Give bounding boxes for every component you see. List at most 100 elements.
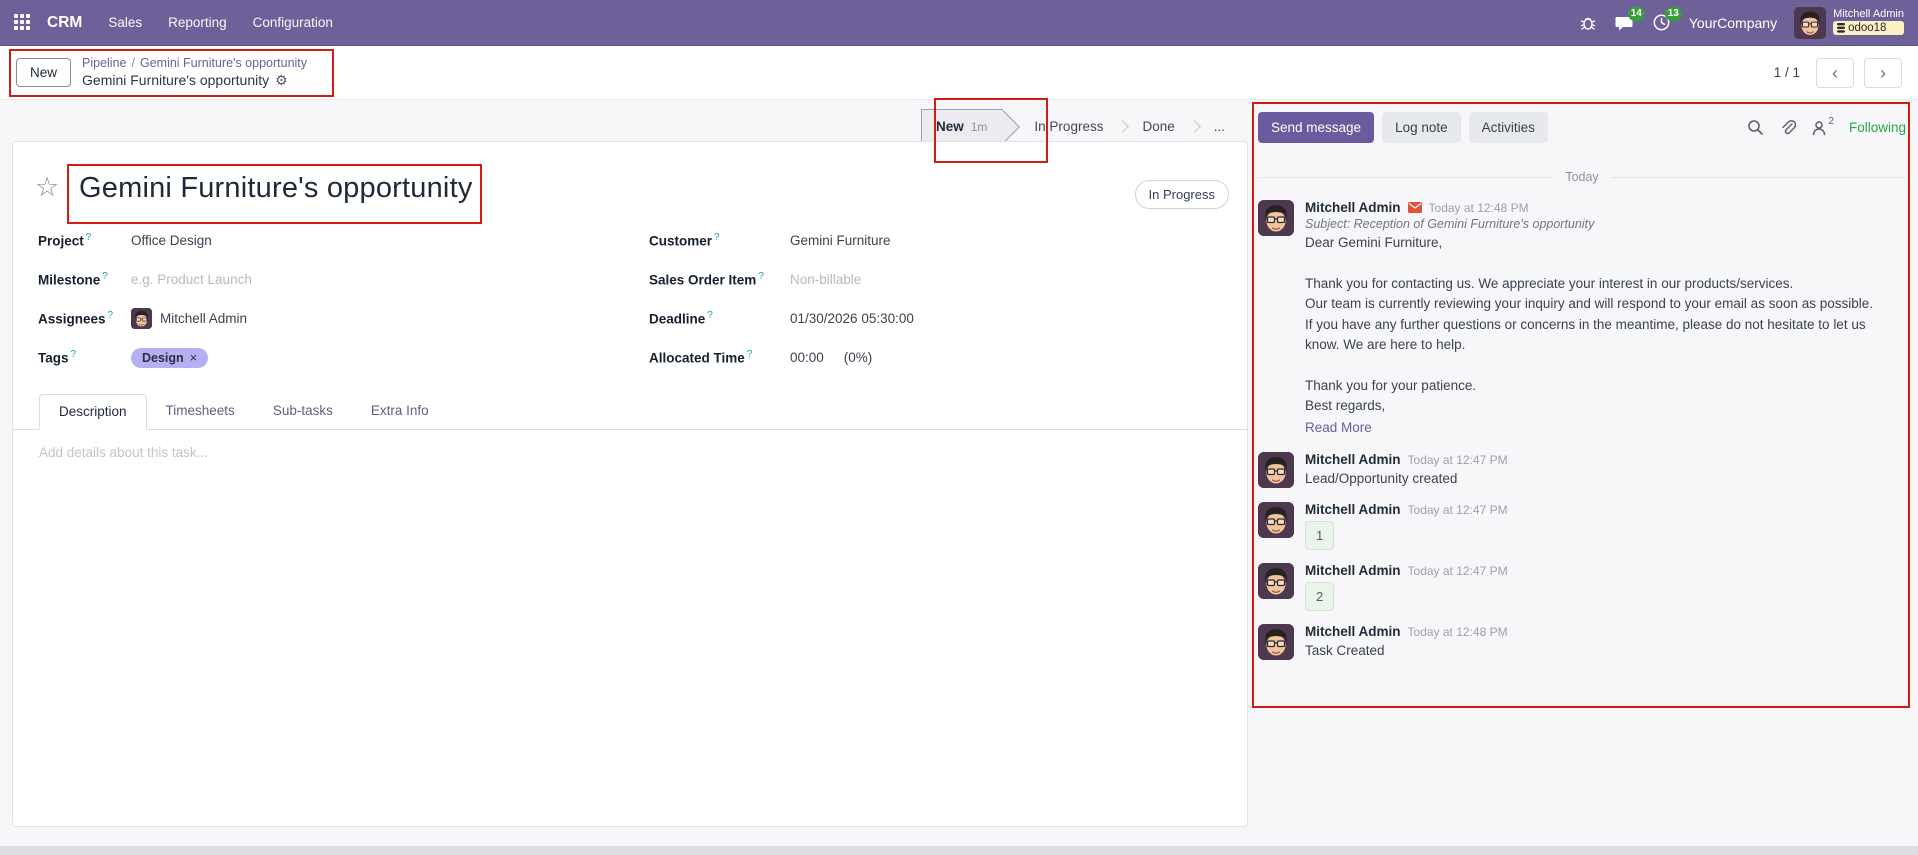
assignee-avatar	[131, 308, 152, 329]
help-icon: ?	[747, 349, 753, 360]
breadcrumb-opportunity[interactable]: Gemini Furniture's opportunity	[140, 56, 307, 70]
message-author[interactable]: Mitchell Admin	[1305, 502, 1401, 517]
tab-sub-tasks[interactable]: Sub-tasks	[254, 394, 352, 429]
assignee-name[interactable]: Mitchell Admin	[160, 311, 247, 326]
field-deadline: Deadline? 01/30/2026 05:30:00	[649, 299, 1224, 338]
tags-label: Tags	[38, 351, 69, 366]
milestone-input[interactable]: e.g. Product Launch	[131, 272, 252, 287]
stage-in-progress[interactable]: In Progress	[1019, 109, 1118, 144]
message-author[interactable]: Mitchell Admin	[1305, 452, 1401, 467]
breadcrumb-separator: /	[132, 56, 135, 70]
field-sales-order-item: Sales Order Item? Non-billable	[649, 260, 1224, 299]
pager-next-button[interactable]: ›	[1864, 58, 1902, 88]
followers-count: 2	[1828, 116, 1834, 127]
email-icon	[1408, 202, 1422, 213]
search-messages-icon[interactable]	[1747, 119, 1764, 136]
message-avatar	[1258, 502, 1294, 538]
field-customer: Customer? Gemini Furniture	[649, 221, 1224, 260]
form-sheet: ☆ Gemini Furniture's opportunity In Prog…	[12, 141, 1248, 827]
field-allocated-time: Allocated Time? 00:00 (0%)	[649, 338, 1224, 377]
menu-reporting[interactable]: Reporting	[168, 15, 227, 30]
state-badge[interactable]: In Progress	[1135, 180, 1229, 209]
message-time: Today at 12:47 PM	[1408, 453, 1508, 467]
apps-menu-icon[interactable]	[14, 14, 31, 31]
user-menu[interactable]: Mitchell Admin odoo18	[1794, 7, 1904, 39]
followers-icon[interactable]: 2	[1811, 120, 1834, 136]
tag-design[interactable]: Design ×	[131, 348, 208, 368]
task-title[interactable]: Gemini Furniture's opportunity	[79, 172, 473, 205]
user-avatar[interactable]	[1794, 7, 1826, 39]
message-body: Task Created	[1305, 641, 1902, 662]
message-author[interactable]: Mitchell Admin	[1305, 563, 1401, 578]
field-milestone: Milestone? e.g. Product Launch	[38, 260, 528, 299]
chatter-panel: Send message Log note Activities	[1256, 102, 1908, 675]
allocated-time-label: Allocated Time	[649, 351, 745, 366]
left-field-column: Project? Office Design Milestone? e.g. P…	[38, 221, 528, 377]
pager-counter: 1 / 1	[1774, 65, 1800, 80]
tag-remove-icon[interactable]: ×	[190, 351, 197, 365]
record-name: Gemini Furniture's opportunity	[82, 72, 269, 90]
field-project: Project? Office Design	[38, 221, 528, 260]
tab-description[interactable]: Description	[39, 394, 147, 430]
message-author[interactable]: Mitchell Admin	[1305, 200, 1401, 215]
help-icon: ?	[71, 349, 77, 360]
message-body: Lead/Opportunity created	[1305, 469, 1902, 490]
bottom-scrollbar[interactable]	[0, 846, 1918, 855]
database-badge: odoo18	[1833, 21, 1904, 35]
actions-gear-icon[interactable]: ⚙	[275, 72, 288, 90]
message-author[interactable]: Mitchell Admin	[1305, 624, 1401, 639]
activities-button[interactable]: Activities	[1469, 112, 1548, 143]
milestone-label: Milestone	[38, 273, 100, 288]
app-name[interactable]: CRM	[47, 14, 82, 32]
message-tracking: Mitchell Admin Today at 12:47 PM 2	[1258, 563, 1902, 611]
tab-extra-info[interactable]: Extra Info	[352, 394, 448, 429]
tracking-value: 1	[1305, 521, 1334, 550]
deadline-value[interactable]: 01/30/2026 05:30:00	[790, 311, 914, 326]
message-avatar	[1258, 563, 1294, 599]
message-log: Mitchell Admin Today at 12:47 PM Lead/Op…	[1258, 452, 1902, 490]
field-assignees: Assignees? Mitchell Admin	[38, 299, 528, 338]
breadcrumb: Pipeline/Gemini Furniture's opportunity …	[82, 56, 307, 89]
send-message-button[interactable]: Send message	[1258, 112, 1374, 143]
company-switcher[interactable]: YourCompany	[1689, 15, 1777, 31]
stage-statusbar: New 1m In Progress Done ...	[921, 109, 1240, 144]
breadcrumb-pipeline[interactable]: Pipeline	[82, 56, 126, 70]
assignee-chip[interactable]: Mitchell Admin	[131, 308, 247, 329]
pager-previous-button[interactable]: ‹	[1816, 58, 1854, 88]
tracking-value: 2	[1305, 582, 1334, 611]
message-email: Mitchell Admin Today at 12:48 PM Subject…	[1258, 200, 1902, 439]
message-avatar	[1258, 200, 1294, 236]
top-navbar: CRM Sales Reporting Configuration 14 13 …	[0, 0, 1918, 46]
stage-new[interactable]: New 1m	[921, 109, 1003, 144]
menu-configuration[interactable]: Configuration	[253, 15, 333, 30]
read-more-link[interactable]: Read More	[1305, 417, 1902, 439]
messages-icon[interactable]: 14	[1615, 13, 1635, 33]
customer-label: Customer	[649, 234, 712, 249]
allocated-time-value[interactable]: 00:00	[790, 350, 824, 365]
stage-done[interactable]: Done	[1127, 109, 1189, 144]
message-time: Today at 12:48 PM	[1429, 201, 1529, 215]
activities-count-badge: 13	[1665, 7, 1682, 21]
tab-timesheets[interactable]: Timesheets	[147, 394, 254, 429]
message-tracking: Mitchell Admin Today at 12:47 PM 1	[1258, 502, 1902, 550]
menu-sales[interactable]: Sales	[108, 15, 142, 30]
project-label: Project	[38, 234, 84, 249]
sales-order-item-input[interactable]: Non-billable	[790, 272, 861, 287]
help-icon: ?	[714, 232, 720, 243]
debug-bug-icon[interactable]	[1578, 13, 1598, 33]
help-icon: ?	[758, 271, 764, 282]
log-note-button[interactable]: Log note	[1382, 112, 1461, 143]
attachments-paperclip-icon[interactable]	[1779, 119, 1796, 136]
project-value[interactable]: Office Design	[131, 233, 212, 248]
description-editor[interactable]: Add details about this task...	[39, 445, 208, 460]
favorite-star-icon[interactable]: ☆	[35, 174, 59, 201]
message-time: Today at 12:47 PM	[1408, 564, 1508, 578]
new-button[interactable]: New	[16, 58, 71, 87]
user-name: Mitchell Admin	[1833, 8, 1904, 20]
message-avatar	[1258, 452, 1294, 488]
activities-clock-icon[interactable]: 13	[1652, 13, 1672, 33]
following-toggle[interactable]: Following	[1849, 120, 1906, 135]
notebook-tabs: Description Timesheets Sub-tasks Extra I…	[13, 394, 1247, 430]
stage-more[interactable]: ...	[1199, 109, 1240, 144]
customer-value[interactable]: Gemini Furniture	[790, 233, 891, 248]
